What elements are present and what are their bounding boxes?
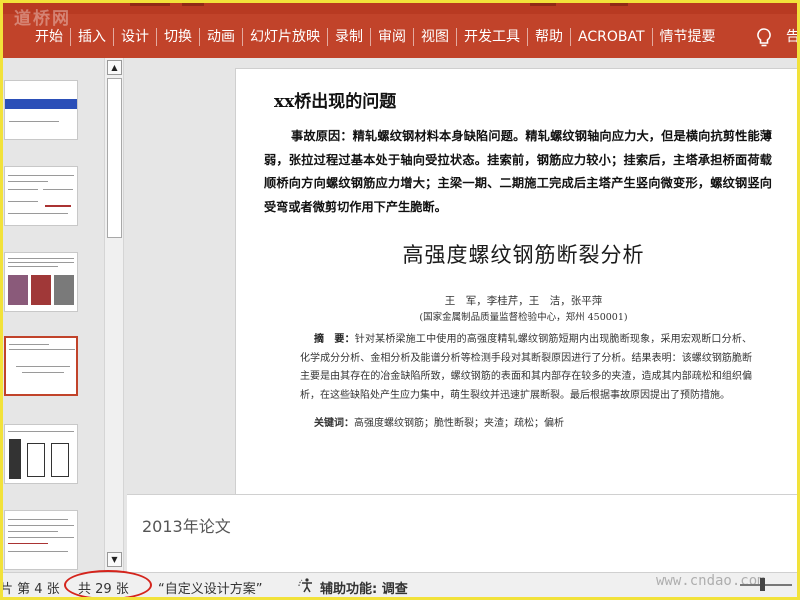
ribbon-tab[interactable]: 录制 bbox=[328, 24, 370, 50]
zoom-slider-track[interactable] bbox=[740, 584, 792, 586]
red-circle-annotation bbox=[64, 570, 152, 600]
paper-image-authors: 王 军，李桂芹，王 洁，张平萍 bbox=[444, 295, 603, 307]
slide-thumbnail[interactable] bbox=[4, 80, 78, 140]
tell-me-box[interactable]: 告 bbox=[786, 24, 800, 50]
site-watermark: www.cndao.com bbox=[656, 573, 766, 589]
notes-pane[interactable]: 2013年论文 bbox=[127, 494, 800, 572]
slide-thumbnail[interactable] bbox=[4, 252, 78, 312]
title-strip bbox=[0, 0, 800, 14]
keywords-label: 关键词： bbox=[314, 418, 354, 429]
slide-number-indicator[interactable]: 片 第 4 张 bbox=[0, 578, 60, 597]
slide-thumbnail[interactable] bbox=[4, 510, 78, 570]
slide-editing-area: xx桥出现的问题 事故原因：精轧螺纹钢材料本身缺陷问题。精轧螺纹钢轴向应力大，但… bbox=[127, 58, 800, 498]
ribbon-tab[interactable]: 切换 bbox=[157, 24, 199, 50]
ribbon-tab[interactable]: 动画 bbox=[200, 24, 242, 50]
ribbon-tab[interactable]: 视图 bbox=[414, 24, 456, 50]
keywords-text: 高强度螺纹钢筋；脆性断裂；夹渣；疏松；偏析 bbox=[354, 418, 564, 429]
ribbon-tab[interactable]: 开始 bbox=[28, 24, 70, 50]
slide-title[interactable]: xx桥出现的问题 bbox=[274, 87, 396, 112]
slide-thumbnail[interactable] bbox=[4, 424, 78, 484]
ribbon-tab[interactable]: ACROBAT bbox=[571, 24, 652, 50]
paper-image-keywords: 关键词：高强度螺纹钢筋；脆性断裂；夹渣；疏松；偏析 bbox=[314, 414, 754, 429]
abstract-label: 摘 要： bbox=[314, 334, 355, 345]
ribbon-tab[interactable]: 审阅 bbox=[371, 24, 413, 50]
ribbon-tab[interactable]: 帮助 bbox=[528, 24, 570, 50]
accessibility-icon[interactable] bbox=[298, 577, 316, 595]
scroll-up-arrow-icon[interactable]: ▲ bbox=[107, 60, 122, 75]
lightbulb-icon[interactable] bbox=[752, 26, 776, 50]
ribbon-tab[interactable]: 设计 bbox=[114, 24, 156, 50]
paper-image-affiliation: (国家金属制品质量监督检验中心，郑州 450001) bbox=[419, 312, 628, 323]
paper-image-title: 高强度螺纹钢筋断裂分析 bbox=[402, 243, 645, 267]
paper-image-abstract: 摘 要：针对某桥梁施工中使用的高强度精轧螺纹钢筋短期内出现脆断现象，采用宏观断口… bbox=[300, 331, 752, 405]
slide-thumbnail[interactable] bbox=[4, 166, 78, 226]
notes-text[interactable]: 2013年论文 bbox=[142, 513, 231, 537]
accessibility-status[interactable]: 辅助功能: 调查 bbox=[320, 578, 408, 597]
slide-body-text[interactable]: 事故原因：精轧螺纹钢材料本身缺陷问题。精轧螺纹钢轴向应力大，但是横向抗剪性能薄弱… bbox=[264, 125, 772, 219]
ribbon-tab[interactable]: 开发工具 bbox=[457, 24, 527, 50]
ribbon-tab[interactable]: 情节提要 bbox=[653, 24, 723, 50]
scrollbar-thumb[interactable] bbox=[107, 78, 122, 238]
theme-name[interactable]: “自定义设计方案” bbox=[158, 578, 262, 597]
slide-thumbnail-selected[interactable] bbox=[4, 336, 78, 396]
ribbon-tabs: 开始 插入 设计 切换 动画 幻灯片放映 录制 审阅 视图 开发工具 帮助 ACROBAT 情节提要 bbox=[28, 24, 723, 50]
ribbon: 道桥网 开始 插入 设计 切换 动画 幻灯片放映 录制 审阅 视图 开发工具 帮助 ACROBAT 情节… bbox=[0, 0, 800, 58]
ribbon-tab[interactable]: 插入 bbox=[71, 24, 113, 50]
slide-canvas[interactable]: xx桥出现的问题 事故原因：精轧螺纹钢材料本身缺陷问题。精轧螺纹钢轴向应力大，但… bbox=[235, 68, 800, 498]
ribbon-tab[interactable]: 幻灯片放映 bbox=[243, 24, 327, 50]
zoom-slider-knob[interactable] bbox=[760, 578, 765, 591]
scroll-down-arrow-icon[interactable]: ▼ bbox=[107, 552, 122, 567]
thumbnail-scrollbar[interactable]: ▲ ▼ bbox=[104, 58, 124, 572]
abstract-text: 针对某桥梁施工中使用的高强度精轧螺纹钢筋短期内出现脆断现象，采用宏观断口分析、化… bbox=[300, 334, 753, 401]
